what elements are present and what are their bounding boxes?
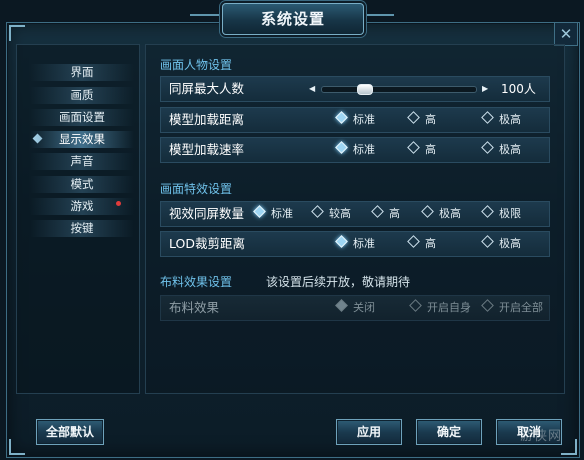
max-players-row: 同屏最大人数 ◀ ▶ 100人 xyxy=(160,76,550,102)
option-label: 关闭 xyxy=(353,301,375,314)
option-standard[interactable]: 标准 xyxy=(335,232,375,256)
slider-increase-icon[interactable]: ▶ xyxy=(482,77,488,101)
option-self: 开启自身 xyxy=(409,296,471,320)
confirm-button[interactable]: 确定 xyxy=(416,419,482,445)
radio-diamond-icon xyxy=(481,299,494,312)
cloth-effect-row: 布料效果 关闭 开启自身 开启全部 xyxy=(160,295,550,321)
slider-thumb[interactable] xyxy=(357,84,373,95)
option-label: 极高 xyxy=(499,143,521,156)
nav-item-sound[interactable]: 声音 xyxy=(30,153,134,170)
radio-diamond-icon xyxy=(407,141,420,154)
lod-distance-row: LOD裁剪距离 标准 高 极高 xyxy=(160,231,550,257)
max-players-label: 同屏最大人数 xyxy=(169,81,245,96)
nav-item-display-settings[interactable]: 画面设置 xyxy=(30,109,134,126)
section-title-character: 画面人物设置 xyxy=(160,58,233,72)
option-label: 标准 xyxy=(353,143,375,156)
cloth-effect-label: 布料效果 xyxy=(169,300,220,315)
option-label: 高 xyxy=(425,113,436,126)
option-ultra[interactable]: 极高 xyxy=(421,202,461,226)
title-ornament xyxy=(364,14,394,16)
option-label: 较高 xyxy=(329,207,351,220)
lod-distance-label: LOD裁剪距离 xyxy=(169,236,245,251)
nav-item-mode[interactable]: 模式 xyxy=(30,176,134,193)
section-title-effects: 画面特效设置 xyxy=(160,182,233,196)
option-label: 高 xyxy=(389,207,400,220)
max-players-slider[interactable] xyxy=(321,84,477,95)
slider-decrease-icon[interactable]: ◀ xyxy=(309,77,315,101)
frame-corner xyxy=(9,25,25,41)
radio-diamond-icon xyxy=(371,205,384,218)
option-high[interactable]: 高 xyxy=(407,138,436,162)
max-players-value: 100人 xyxy=(501,82,536,96)
option-standard[interactable]: 标准 xyxy=(253,202,293,226)
window-title: 系统设置 xyxy=(222,3,364,35)
option-high[interactable]: 高 xyxy=(371,202,400,226)
reset-all-button[interactable]: 全部默认 xyxy=(36,419,104,445)
nav-item-interface[interactable]: 界面 xyxy=(30,64,134,81)
frame-corner xyxy=(561,439,577,455)
option-standard[interactable]: 标准 xyxy=(335,108,375,132)
radio-diamond-icon xyxy=(311,205,324,218)
option-off: 关闭 xyxy=(335,296,375,320)
option-high[interactable]: 高 xyxy=(407,108,436,132)
option-label: 极限 xyxy=(499,207,521,220)
close-icon: ✕ xyxy=(559,25,573,43)
option-label: 开启全部 xyxy=(499,301,543,314)
radio-diamond-icon xyxy=(253,205,266,218)
option-label: 标准 xyxy=(353,237,375,250)
option-label: 开启自身 xyxy=(427,301,471,314)
cancel-button[interactable]: 取消 xyxy=(496,419,562,445)
nav-item-quality[interactable]: 画质 xyxy=(30,87,134,104)
model-load-distance-row: 模型加载距离 标准 高 极高 xyxy=(160,107,550,133)
radio-diamond-icon xyxy=(407,111,420,124)
section-title-cloth: 布料效果设置 xyxy=(160,275,233,289)
option-label: 极高 xyxy=(499,113,521,126)
option-ultra[interactable]: 极高 xyxy=(481,232,521,256)
radio-diamond-icon xyxy=(409,299,422,312)
option-all: 开启全部 xyxy=(481,296,543,320)
cloth-coming-soon-note: 该设置后续开放，敬请期待 xyxy=(266,275,411,289)
nav-item-display-effects[interactable]: 显示效果 xyxy=(30,131,134,148)
radio-diamond-icon xyxy=(481,205,494,218)
option-ultra[interactable]: 极高 xyxy=(481,108,521,132)
option-label: 高 xyxy=(425,143,436,156)
option-ultra[interactable]: 极高 xyxy=(481,138,521,162)
option-label: 高 xyxy=(425,237,436,250)
effect-count-row: 视效同屏数量 标准 较高 高 极高 极限 xyxy=(160,201,550,227)
option-extreme[interactable]: 极限 xyxy=(481,202,521,226)
option-label: 标准 xyxy=(271,207,293,220)
option-high[interactable]: 高 xyxy=(407,232,436,256)
radio-diamond-icon xyxy=(421,205,434,218)
title-ornament xyxy=(190,14,220,16)
radio-diamond-icon xyxy=(407,235,420,248)
radio-diamond-icon xyxy=(335,141,348,154)
option-label: 极高 xyxy=(499,237,521,250)
close-button[interactable]: ✕ xyxy=(554,22,578,46)
model-load-speed-row: 模型加载速率 标准 高 极高 xyxy=(160,137,550,163)
option-label: 标准 xyxy=(353,113,375,126)
radio-diamond-icon xyxy=(335,235,348,248)
radio-diamond-icon xyxy=(335,299,348,312)
radio-diamond-icon xyxy=(481,111,494,124)
radio-diamond-icon xyxy=(481,141,494,154)
option-higher[interactable]: 较高 xyxy=(311,202,351,226)
notification-dot-icon xyxy=(116,201,121,206)
option-label: 极高 xyxy=(439,207,461,220)
radio-diamond-icon xyxy=(481,235,494,248)
radio-diamond-icon xyxy=(335,111,348,124)
model-load-speed-label: 模型加载速率 xyxy=(169,142,245,157)
model-load-distance-label: 模型加载距离 xyxy=(169,112,245,127)
option-standard[interactable]: 标准 xyxy=(335,138,375,162)
nav-item-keys[interactable]: 按键 xyxy=(30,220,134,237)
effect-count-label: 视效同屏数量 xyxy=(169,206,245,221)
apply-button[interactable]: 应用 xyxy=(336,419,402,445)
frame-corner xyxy=(9,439,25,455)
